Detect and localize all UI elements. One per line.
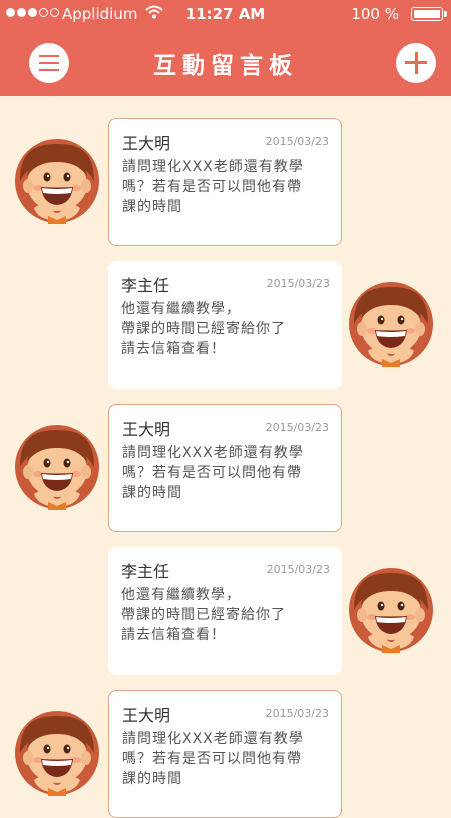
message-bubble[interactable]: 李主任 2015/03/23 他還有繼續教學， 帶課的時間已經寄給你了 請去信箱… <box>108 547 342 675</box>
message-text: 請問理化XXX老師還有教學 嗎？若有是否可以問他有帶 課的時間 <box>122 159 304 215</box>
message-date: 2015/03/23 <box>265 707 329 720</box>
message-text: 請問理化XXX老師還有教學 嗎？若有是否可以問他有帶 課的時間 <box>122 445 304 501</box>
status-bar: Applidium 11:27 AM 100 % <box>0 0 451 28</box>
page-title: 互動留言板 <box>153 53 298 79</box>
message-bubble[interactable]: 王大明 2015/03/23 請問理化XXX老師還有教學 嗎？若有是否可以問他有… <box>108 404 342 532</box>
avatar <box>14 710 100 796</box>
message-bubble[interactable]: 王大明 2015/03/23 請問理化XXX老師還有教學 嗎？若有是否可以問他有… <box>108 690 342 818</box>
message-sender: 李主任 <box>121 562 170 581</box>
battery-icon <box>411 7 447 21</box>
battery-percentage: 100 % <box>351 5 399 23</box>
message-sender: 王大明 <box>122 134 171 153</box>
message-bubble[interactable]: 李主任 2015/03/23 他還有繼續教學， 帶課的時間已經寄給你了 請去信箱… <box>108 261 342 389</box>
message-sender: 王大明 <box>122 420 171 439</box>
message-list[interactable]: 王大明 2015/03/23 請問理化XXX老師還有教學 嗎？若有是否可以問他有… <box>0 96 451 818</box>
message-item: 王大明 2015/03/23 請問理化XXX老師還有教學 嗎？若有是否可以問他有… <box>0 690 451 818</box>
message-date: 2015/03/23 <box>265 135 329 148</box>
message-sender: 李主任 <box>121 276 170 295</box>
message-item: 王大明 2015/03/23 請問理化XXX老師還有教學 嗎？若有是否可以問他有… <box>0 404 451 532</box>
message-date: 2015/03/23 <box>266 277 330 290</box>
nav-bar: 互動留言板 <box>0 28 451 96</box>
message-text: 他還有繼續教學， 帶課的時間已經寄給你了 請去信箱查看！ <box>121 587 286 643</box>
message-item: 李主任 2015/03/23 他還有繼續教學， 帶課的時間已經寄給你了 請去信箱… <box>0 547 451 675</box>
message-item: 李主任 2015/03/23 他還有繼續教學， 帶課的時間已經寄給你了 請去信箱… <box>0 261 451 389</box>
message-item: 王大明 2015/03/23 請問理化XXX老師還有教學 嗎？若有是否可以問他有… <box>0 118 451 246</box>
avatar <box>14 424 100 510</box>
add-message-button[interactable] <box>396 43 436 83</box>
message-text: 他還有繼續教學， 帶課的時間已經寄給你了 請去信箱查看！ <box>121 301 286 357</box>
avatar <box>14 138 100 224</box>
message-bubble[interactable]: 王大明 2015/03/23 請問理化XXX老師還有教學 嗎？若有是否可以問他有… <box>108 118 342 246</box>
avatar <box>348 281 434 367</box>
message-date: 2015/03/23 <box>265 421 329 434</box>
message-sender: 王大明 <box>122 706 171 725</box>
message-date: 2015/03/23 <box>266 563 330 576</box>
avatar <box>348 567 434 653</box>
message-text: 請問理化XXX老師還有教學 嗎？若有是否可以問他有帶 課的時間 <box>122 731 304 787</box>
